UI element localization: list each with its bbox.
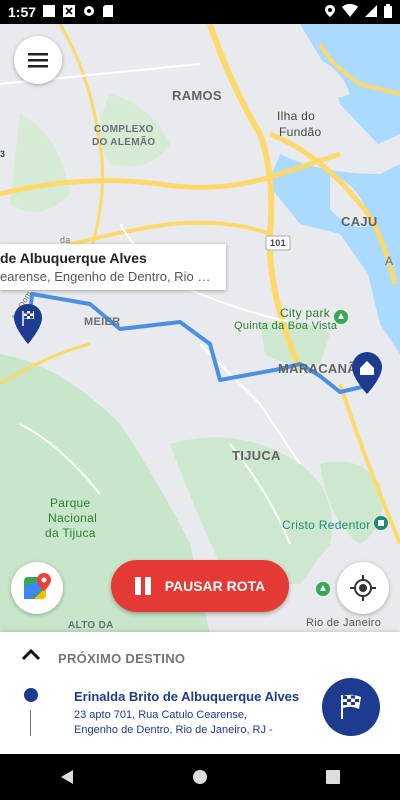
destination-name: Erinalda Brito de Albuquerque Alves: [74, 689, 300, 704]
map-label-complexo-1: COMPLEXO: [94, 124, 154, 135]
wifi-icon: [342, 3, 358, 21]
map-label-rio: Rio de Janeiro: [306, 617, 382, 629]
checkered-flag-marker-icon: [14, 304, 42, 344]
nav-recents-button[interactable]: [303, 754, 363, 800]
nav-home-button[interactable]: [170, 754, 230, 800]
checkered-flag-icon: [341, 694, 361, 719]
destination-dot-icon: [24, 688, 38, 702]
map-label-parque-1: Parque: [50, 496, 91, 510]
map-label-parque-3: da Tijuca: [45, 526, 96, 540]
destination-address-line2: Engenho de Dentro, Rio de Janeiro, RJ -: [74, 724, 273, 736]
timeline-line: [30, 710, 31, 736]
square-notification-icon: [42, 4, 56, 21]
home-marker-icon: [352, 352, 382, 394]
pause-route-label: PAUSAR ROTA: [164, 578, 266, 594]
sd-card-icon: [102, 4, 114, 21]
status-bar: 1:57: [0, 0, 400, 24]
map-view[interactable]: RAMOS Ilha do Fundão COMPLEXO DO ALEMÃO …: [0, 24, 400, 634]
map-label-cristo: Cristo Redentor: [282, 518, 371, 532]
destination-address-line1: 23 apto 701, Rua Catulo Cearense,: [74, 709, 248, 721]
back-triangle-icon: [60, 770, 73, 784]
map-label-city-park: City park: [280, 306, 331, 320]
home-circle-icon: [192, 770, 207, 784]
next-destination-header: PRÓXIMO DESTINO: [58, 651, 186, 666]
pause-route-button[interactable]: PAUSAR ROTA: [111, 560, 289, 612]
road-label-3: 3: [0, 149, 6, 159]
road-badge-101: 101: [270, 238, 286, 248]
destination-flag-button[interactable]: [322, 678, 380, 736]
battery-icon: [384, 3, 392, 21]
map-label-tijuca: TIJUCA: [232, 448, 281, 463]
map-label-complexo-2: DO ALEMÃO: [92, 137, 156, 148]
destination-address: 23 apto 701, Rua Catulo Cearense, Engenh…: [74, 708, 304, 738]
crosshair-location-icon: [350, 575, 376, 601]
map-label-ilha-1: Ilha do: [277, 109, 316, 123]
route-start-marker[interactable]: [14, 304, 42, 344]
info-card-address: earense, Engenho de Dentro, Rio de Janei…: [0, 269, 214, 284]
map-label-water-a: A: [385, 254, 394, 268]
map-label-parque-2: Nacional: [48, 511, 98, 525]
signal-icon: [364, 4, 378, 21]
open-google-maps-button[interactable]: [11, 562, 63, 614]
map-label-ilha-2: Fundão: [279, 125, 322, 139]
nav-back-button[interactable]: [37, 754, 97, 800]
google-maps-icon: [24, 573, 51, 599]
settings-icon: [82, 4, 96, 21]
route-home-marker[interactable]: [352, 352, 382, 394]
destination-info-card[interactable]: de Albuquerque Alves earense, Engenho de…: [0, 244, 226, 290]
map-label-ramos: RAMOS: [172, 88, 222, 103]
map-label-caju: CAJU: [341, 214, 378, 229]
menu-button[interactable]: [14, 36, 62, 84]
pause-icon: [134, 577, 151, 595]
location-icon: [324, 4, 336, 21]
map-label-meier: MEIER: [84, 316, 121, 328]
my-location-button[interactable]: [337, 562, 389, 614]
info-card-title: de Albuquerque Alves: [0, 250, 147, 266]
map-label-quinta: Quinta da Boa Vista: [234, 320, 338, 332]
android-navigation-bar: [0, 754, 400, 800]
map-label-alto-da: ALTO DA: [68, 620, 114, 631]
close-box-icon: [62, 4, 76, 21]
next-destination-sheet[interactable]: PRÓXIMO DESTINO Erinalda Brito de Albuqu…: [0, 632, 400, 754]
map-label-maracana: MARACANÃ: [278, 361, 357, 376]
recents-square-icon: [326, 770, 341, 784]
status-time: 1:57: [8, 4, 37, 20]
chevron-up-icon[interactable]: [20, 644, 42, 671]
hamburger-menu-icon: [28, 53, 48, 68]
map-canvas: [0, 24, 400, 634]
